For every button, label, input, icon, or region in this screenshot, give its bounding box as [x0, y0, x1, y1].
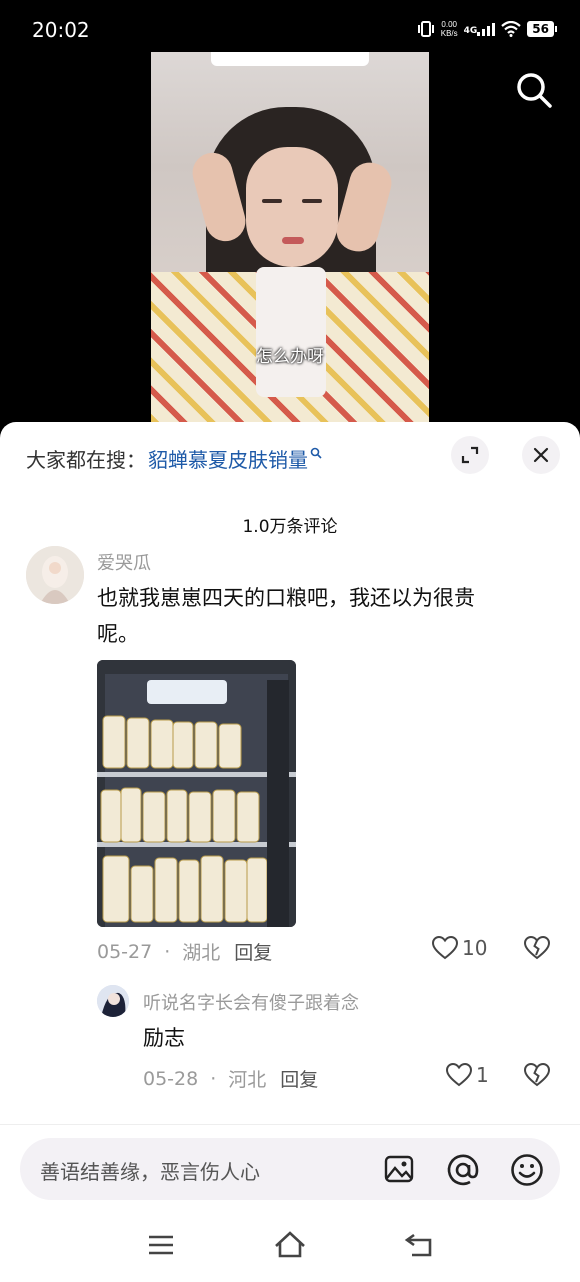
at-icon	[447, 1154, 479, 1186]
net-speed-value: 0.00	[441, 20, 457, 29]
avatar-image	[26, 546, 84, 604]
video-frame: 怎么办呀	[151, 52, 429, 432]
vibrate-icon	[417, 21, 434, 37]
video-player[interactable]: 怎么办呀	[0, 52, 580, 432]
expand-icon	[461, 446, 479, 464]
reply-location: 河北	[228, 1069, 267, 1091]
reply-user[interactable]: 听说名字长会有傻子跟着念	[143, 989, 359, 1015]
broken-heart-icon	[523, 1062, 551, 1087]
reply-like-button[interactable]: 1	[446, 1063, 489, 1087]
status-icons: 0.00 KB/s 4G 56	[417, 20, 557, 38]
image-button[interactable]	[384, 1154, 414, 1188]
comment-user[interactable]: 爱哭瓜	[97, 549, 151, 575]
comment-sheet: 大家都在搜： 貂蝉慕夏皮肤销量 1.0万条评论 爱哭瓜 也就我崽崽四天的口粮吧，…	[0, 422, 580, 1282]
meta-separator: ·	[210, 1067, 217, 1090]
net-speed: 0.00 KB/s	[441, 20, 458, 38]
search-icon	[517, 73, 552, 108]
hot-search-prefix: 大家都在搜：	[26, 448, 146, 472]
video-subtitle: 怎么办呀	[256, 347, 324, 367]
net-speed-unit: KB/s	[440, 29, 458, 38]
video-mouth	[282, 237, 304, 244]
avatar[interactable]	[26, 546, 84, 604]
back-icon	[404, 1233, 432, 1257]
comment-image[interactable]	[97, 660, 296, 927]
fridge-photo	[97, 660, 296, 927]
search-button[interactable]	[514, 70, 554, 110]
home-icon	[275, 1231, 305, 1258]
comment-input-bar[interactable]: 善语结善缘，恶言伤人心	[20, 1138, 560, 1200]
hot-search: 大家都在搜： 貂蝉慕夏皮肤销量	[26, 444, 322, 473]
video-neck	[256, 267, 326, 397]
nav-back-button[interactable]	[404, 1232, 434, 1262]
video-eye-left	[262, 199, 282, 203]
reply-like-count: 1	[476, 1063, 489, 1087]
reply-button[interactable]: 回复	[234, 938, 272, 965]
image-icon	[384, 1155, 414, 1183]
signal-icon	[477, 22, 496, 36]
like-count: 10	[462, 936, 488, 960]
emoji-button[interactable]	[510, 1153, 544, 1191]
meta-separator: ·	[164, 940, 171, 963]
video-title-chip	[211, 52, 369, 66]
divider	[0, 1124, 580, 1125]
reply-reply-button[interactable]: 回复	[280, 1065, 318, 1092]
cellular: 4G	[464, 22, 496, 36]
video-face	[246, 147, 338, 267]
menu-icon	[149, 1235, 173, 1255]
network-type: 4G	[463, 26, 478, 36]
reply-avatar[interactable]	[97, 985, 129, 1017]
heart-icon	[432, 936, 458, 960]
comment-date: 05-27	[97, 940, 153, 963]
comment-text-line1: 也就我崽崽四天的口粮吧，我还以为很贵	[97, 586, 475, 610]
dislike-button[interactable]	[523, 935, 551, 964]
battery-indicator: 56	[527, 21, 557, 37]
nav-home-button[interactable]	[274, 1230, 306, 1262]
comment-meta: 05-27 · 湖北 回复	[97, 938, 272, 965]
reply-dislike-button[interactable]	[523, 1062, 551, 1091]
emoji-icon	[511, 1154, 543, 1186]
reply-text: 励志	[143, 1026, 185, 1050]
reply-meta: 05-28 · 河北 回复	[143, 1065, 318, 1092]
hot-search-link[interactable]: 貂蝉慕夏皮肤销量	[148, 444, 308, 473]
status-bar: 20:02 0.00 KB/s 4G 56	[0, 0, 580, 52]
reply-avatar-image	[97, 985, 129, 1017]
comment-location: 湖北	[182, 942, 221, 964]
broken-heart-icon	[523, 935, 551, 960]
video-eye-right	[302, 199, 322, 203]
close-button[interactable]	[522, 436, 560, 474]
comment-input[interactable]: 善语结善缘，恶言伤人心	[40, 1156, 260, 1185]
search-icon	[310, 447, 322, 459]
comment-count: 1.0万条评论	[242, 517, 338, 537]
wifi-icon	[501, 21, 522, 37]
like-button[interactable]: 10	[432, 936, 487, 960]
mention-button[interactable]	[446, 1153, 480, 1191]
nav-menu-button[interactable]	[148, 1234, 174, 1260]
close-icon	[533, 447, 549, 463]
expand-button[interactable]	[451, 436, 489, 474]
comment-text-line2: 呢。	[97, 622, 139, 646]
heart-icon	[446, 1063, 472, 1087]
reply-date: 05-28	[143, 1067, 199, 1090]
status-time: 20:02	[32, 18, 90, 42]
